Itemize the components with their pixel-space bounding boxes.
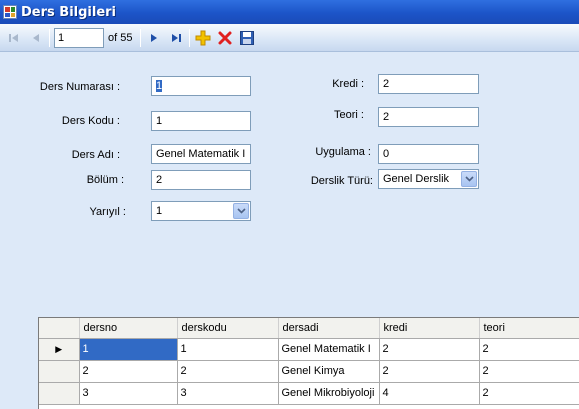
move-first-icon[interactable] bbox=[3, 27, 25, 49]
grid-cell[interactable]: 2 bbox=[379, 338, 480, 361]
table-row[interactable]: ▶ 1 1 Genel Matematik I 2 2 bbox=[39, 338, 579, 361]
data-grid[interactable]: dersno derskodu dersadi kredi teori ▶ 1 … bbox=[38, 317, 579, 409]
ders-numarasi-label: Ders Numarası : bbox=[39, 81, 120, 93]
kredi-field[interactable]: 2 bbox=[378, 74, 479, 94]
binding-navigator: of 55 bbox=[0, 24, 579, 52]
toolbar-separator bbox=[49, 28, 50, 47]
row-header[interactable] bbox=[39, 360, 80, 383]
window-title: Ders Bilgileri bbox=[21, 4, 117, 20]
grid-cell[interactable]: 1 bbox=[177, 338, 279, 361]
current-row-arrow-icon: ▶ bbox=[55, 344, 63, 354]
column-header[interactable]: derskodu bbox=[177, 318, 279, 339]
column-header[interactable]: dersno bbox=[79, 318, 178, 339]
chevron-down-icon[interactable] bbox=[461, 171, 477, 187]
row-header[interactable] bbox=[39, 382, 80, 405]
ders-numarasi-value: 1 bbox=[156, 80, 163, 92]
add-new-icon[interactable] bbox=[192, 27, 214, 49]
grid-cell[interactable]: 4 bbox=[379, 382, 480, 405]
uygulama-label: Uygulama : bbox=[315, 146, 371, 158]
teori-label: Teori : bbox=[334, 109, 364, 121]
derslik-turu-combo[interactable]: Genel Derslik bbox=[378, 169, 479, 189]
grid-cell[interactable]: 2 bbox=[379, 360, 480, 383]
grid-cell[interactable]: 2 bbox=[79, 360, 178, 383]
grid-cell[interactable]: 2 bbox=[177, 360, 279, 383]
row-header-corner bbox=[39, 318, 80, 339]
grid-cell[interactable]: 2 bbox=[479, 338, 579, 361]
record-count-label: of 55 bbox=[108, 31, 133, 44]
chevron-down-icon[interactable] bbox=[233, 203, 249, 219]
ders-numarasi-field[interactable]: 1 bbox=[151, 76, 251, 96]
position-input[interactable] bbox=[54, 27, 104, 48]
column-header[interactable]: kredi bbox=[379, 318, 480, 339]
save-icon[interactable] bbox=[236, 27, 258, 49]
toolbar-separator bbox=[140, 28, 142, 47]
ders-kodu-label: Ders Kodu : bbox=[61, 115, 120, 127]
move-last-icon[interactable] bbox=[165, 27, 187, 49]
table-row[interactable]: 3 3 Genel Mikrobiyoloji 4 2 bbox=[39, 382, 579, 405]
row-header[interactable]: ▶ bbox=[39, 338, 80, 361]
grid-cell[interactable]: 2 bbox=[479, 382, 579, 405]
yariyil-label: Yarıyıl : bbox=[89, 206, 126, 218]
ders-adi-label: Ders Adı : bbox=[71, 149, 120, 161]
yariyil-value: 1 bbox=[156, 205, 163, 217]
bolum-label: Bölüm : bbox=[86, 174, 124, 186]
table-row[interactable]: 2 2 Genel Kimya 2 2 bbox=[39, 360, 579, 383]
grid-cell[interactable]: Genel Matematik I bbox=[278, 338, 380, 361]
bolum-field[interactable]: 2 bbox=[151, 170, 251, 190]
column-header[interactable]: teori bbox=[479, 318, 579, 339]
grid-header-row: dersno derskodu dersadi kredi teori bbox=[39, 318, 579, 339]
grid-cell[interactable]: Genel Kimya bbox=[278, 360, 380, 383]
ders-adi-field[interactable]: Genel Matematik I bbox=[151, 144, 251, 164]
move-next-icon[interactable] bbox=[143, 27, 165, 49]
ders-kodu-field[interactable]: 1 bbox=[151, 111, 251, 131]
toolbar-separator bbox=[189, 28, 191, 47]
title-bar: Ders Bilgileri bbox=[0, 0, 579, 24]
yariyil-combo[interactable]: 1 bbox=[151, 201, 251, 221]
grid-cell[interactable]: 3 bbox=[177, 382, 279, 405]
app-icon bbox=[3, 5, 17, 19]
grid-cell[interactable]: 2 bbox=[479, 360, 579, 383]
grid-cell[interactable]: Genel Mikrobiyoloji bbox=[278, 382, 380, 405]
grid-cell[interactable]: 3 bbox=[79, 382, 178, 405]
move-previous-icon[interactable] bbox=[25, 27, 47, 49]
kredi-label: Kredi : bbox=[332, 78, 364, 90]
teori-field[interactable]: 2 bbox=[378, 107, 479, 127]
grid-cell[interactable]: 1 bbox=[79, 338, 178, 361]
derslik-turu-value: Genel Derslik bbox=[383, 173, 450, 185]
derslik-turu-label: Derslik Türü: bbox=[310, 175, 373, 187]
column-header[interactable]: dersadi bbox=[278, 318, 380, 339]
delete-icon[interactable] bbox=[214, 27, 236, 49]
uygulama-field[interactable]: 0 bbox=[378, 144, 479, 164]
